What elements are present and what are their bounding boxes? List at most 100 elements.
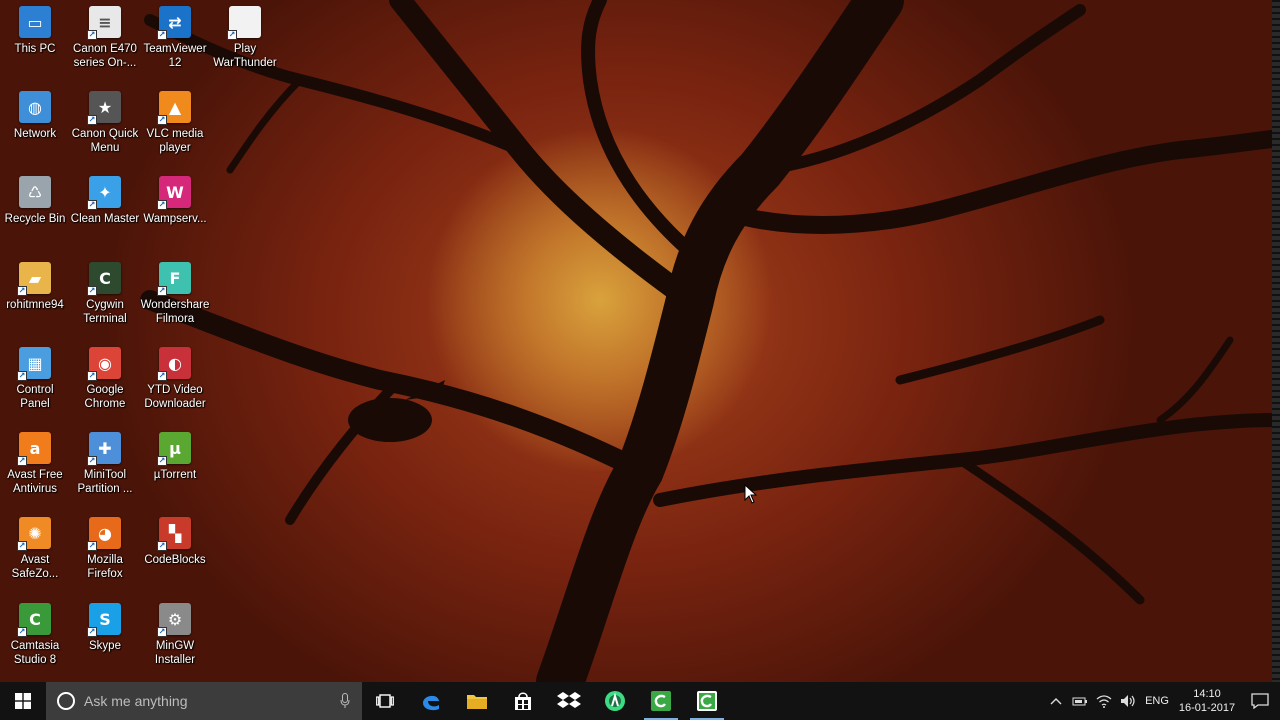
- desktop-icon[interactable]: ★ ↗ Canon Quick Menu: [70, 91, 140, 171]
- desktop-icon[interactable]: ≡ ↗ Canon E470 series On-...: [70, 6, 140, 86]
- desktop-icon[interactable]: S ↗ Skype: [70, 603, 140, 683]
- terminal-icon: C ↗: [87, 262, 121, 296]
- desktop-icon-label: Avast SafeZo...: [11, 554, 59, 580]
- teamviewer-icon: ⇄ ↗: [157, 6, 191, 40]
- desktop-icon[interactable]: ⇄ ↗ TeamViewer 12: [140, 6, 210, 86]
- desktop-icon-label: Skype: [89, 640, 121, 652]
- speaker-icon: [1121, 695, 1135, 707]
- ytd-icon: ◐ ↗: [157, 347, 191, 381]
- desktop-icon-label: VLC media player: [146, 128, 204, 154]
- blank-file-icon: ↗: [227, 6, 261, 40]
- desktop-icon-label: MinGW Installer: [154, 640, 196, 666]
- android-studio-button[interactable]: [592, 682, 638, 720]
- desktop-icon-label: This PC: [14, 43, 56, 55]
- desktop-icon[interactable]: ✦ ↗ Clean Master: [70, 176, 140, 256]
- camtasia-icon: C ↗: [17, 603, 51, 637]
- task-view-button[interactable]: [362, 682, 408, 720]
- recycle-bin-icon: ♺: [19, 176, 51, 208]
- system-tray: ENG 14:10 16-01-2017: [1044, 682, 1280, 720]
- shortcut-arrow-icon: ↗: [17, 541, 27, 551]
- desktop-icon-label: Canon Quick Menu: [71, 128, 139, 154]
- minitool-icon: ✚ ↗: [87, 432, 121, 466]
- desktop-icon[interactable]: ▦ ↗ Control Panel: [0, 347, 70, 427]
- shortcut-arrow-icon: ↗: [157, 627, 167, 637]
- taskbar-clock[interactable]: 14:10 16-01-2017: [1174, 687, 1240, 715]
- desktop-icon-label: MiniTool Partition ...: [77, 469, 133, 495]
- network-button[interactable]: [1092, 682, 1116, 720]
- desktop-icon[interactable]: W ↗ Wampserv...: [140, 176, 210, 256]
- desktop-icon[interactable]: ♺ Recycle Bin: [0, 176, 70, 256]
- desktop-icon[interactable]: µ ↗ µTorrent: [140, 432, 210, 512]
- edge-button[interactable]: [408, 682, 454, 720]
- camtasia-recorder-icon: [697, 691, 717, 711]
- action-center-button[interactable]: [1240, 682, 1280, 720]
- desktop-icon-label: TeamViewer 12: [143, 43, 207, 69]
- desktop-icon[interactable]: ▚ ↗ CodeBlocks: [140, 517, 210, 597]
- shortcut-arrow-icon: ↗: [87, 371, 97, 381]
- start-button[interactable]: [0, 682, 46, 720]
- shortcut-arrow-icon: ↗: [157, 30, 167, 40]
- desktop-icon[interactable]: ✺ ↗ Avast SafeZo...: [0, 517, 70, 597]
- dropbox-button[interactable]: [546, 682, 592, 720]
- shortcut-arrow-icon: ↗: [17, 286, 27, 296]
- shortcut-arrow-icon: ↗: [87, 627, 97, 637]
- file-explorer-button[interactable]: [454, 682, 500, 720]
- desktop-icon[interactable]: ◐ ↗ YTD Video Downloader: [140, 347, 210, 427]
- show-hidden-icons-button[interactable]: [1044, 682, 1068, 720]
- desktop-icon[interactable]: ◕ ↗ Mozilla Firefox: [70, 517, 140, 597]
- camtasia-icon: [651, 691, 671, 711]
- filmora-icon: F ↗: [157, 262, 191, 296]
- desktop-icon-label: Wampserv...: [143, 213, 207, 225]
- desktop-icon[interactable]: F ↗ Wondershare Filmora: [140, 262, 210, 342]
- taskbar: ENG 14:10 16-01-2017: [0, 682, 1280, 720]
- cortana-search-box[interactable]: [46, 682, 362, 720]
- shortcut-arrow-icon: ↗: [157, 371, 167, 381]
- desktop-icon[interactable]: ◉ ↗ Google Chrome: [70, 347, 140, 427]
- shortcut-arrow-icon: ↗: [157, 115, 167, 125]
- volume-button[interactable]: [1116, 682, 1140, 720]
- clock-time: 14:10: [1193, 688, 1221, 700]
- desktop-icon[interactable]: ▭ This PC: [0, 6, 70, 86]
- desktop-icon[interactable]: C ↗ Cygwin Terminal: [70, 262, 140, 342]
- battery-button[interactable]: [1068, 682, 1092, 720]
- store-button[interactable]: [500, 682, 546, 720]
- wampserver-icon: W ↗: [157, 176, 191, 210]
- shortcut-arrow-icon: ↗: [157, 541, 167, 551]
- search-input[interactable]: [84, 693, 324, 709]
- desktop-icon[interactable]: ▲ ↗ VLC media player: [140, 91, 210, 171]
- desktop-icon[interactable]: ◍ Network: [0, 91, 70, 171]
- skype-icon: S ↗: [87, 603, 121, 637]
- battery-icon: [1072, 697, 1087, 706]
- desktop-icon-label: Control Panel: [16, 384, 54, 410]
- desktop-icon-label: Google Chrome: [84, 384, 126, 410]
- camtasia-button[interactable]: [638, 682, 684, 720]
- shortcut-arrow-icon: ↗: [87, 286, 97, 296]
- desktop-icon[interactable]: ↗ Play WarThunder: [210, 6, 280, 86]
- shortcut-arrow-icon: ↗: [87, 115, 97, 125]
- desktop-icon[interactable]: a ↗ Avast Free Antivirus: [0, 432, 70, 512]
- task-view-icon: [376, 694, 394, 708]
- input-language-indicator[interactable]: ENG: [1140, 695, 1174, 707]
- user-folder-icon: ▰ ↗: [17, 262, 51, 296]
- desktop-icon-label: Cygwin Terminal: [83, 299, 127, 325]
- desktop-icon[interactable]: ⚙ ↗ MinGW Installer: [140, 603, 210, 683]
- desktop-icon[interactable]: ▰ ↗ rohitmne94: [0, 262, 70, 342]
- microphone-icon[interactable]: [340, 693, 350, 709]
- desktop-icon-label: Avast Free Antivirus: [7, 469, 63, 495]
- desktop-icon-label: Network: [13, 128, 57, 140]
- desktop-icon[interactable]: ✚ ↗ MiniTool Partition ...: [70, 432, 140, 512]
- desktop-icon[interactable]: C ↗ Camtasia Studio 8: [0, 603, 70, 683]
- notification-icon: [1251, 693, 1269, 709]
- desktop-icon-label: Clean Master: [70, 213, 140, 225]
- computer-icon: ▭: [19, 6, 51, 38]
- store-icon: [515, 692, 531, 710]
- file-explorer-icon: [467, 695, 487, 709]
- desktop-icon-label: Recycle Bin: [4, 213, 66, 225]
- control-panel-icon: ▦ ↗: [17, 347, 51, 381]
- android-studio-icon: [605, 691, 625, 711]
- camtasia-recorder-button[interactable]: [684, 682, 730, 720]
- document-icon: ≡ ↗: [87, 6, 121, 40]
- mingw-installer-icon: ⚙ ↗: [157, 603, 191, 637]
- network-globe-icon: ◍: [19, 91, 51, 123]
- utorrent-icon: µ ↗: [157, 432, 191, 466]
